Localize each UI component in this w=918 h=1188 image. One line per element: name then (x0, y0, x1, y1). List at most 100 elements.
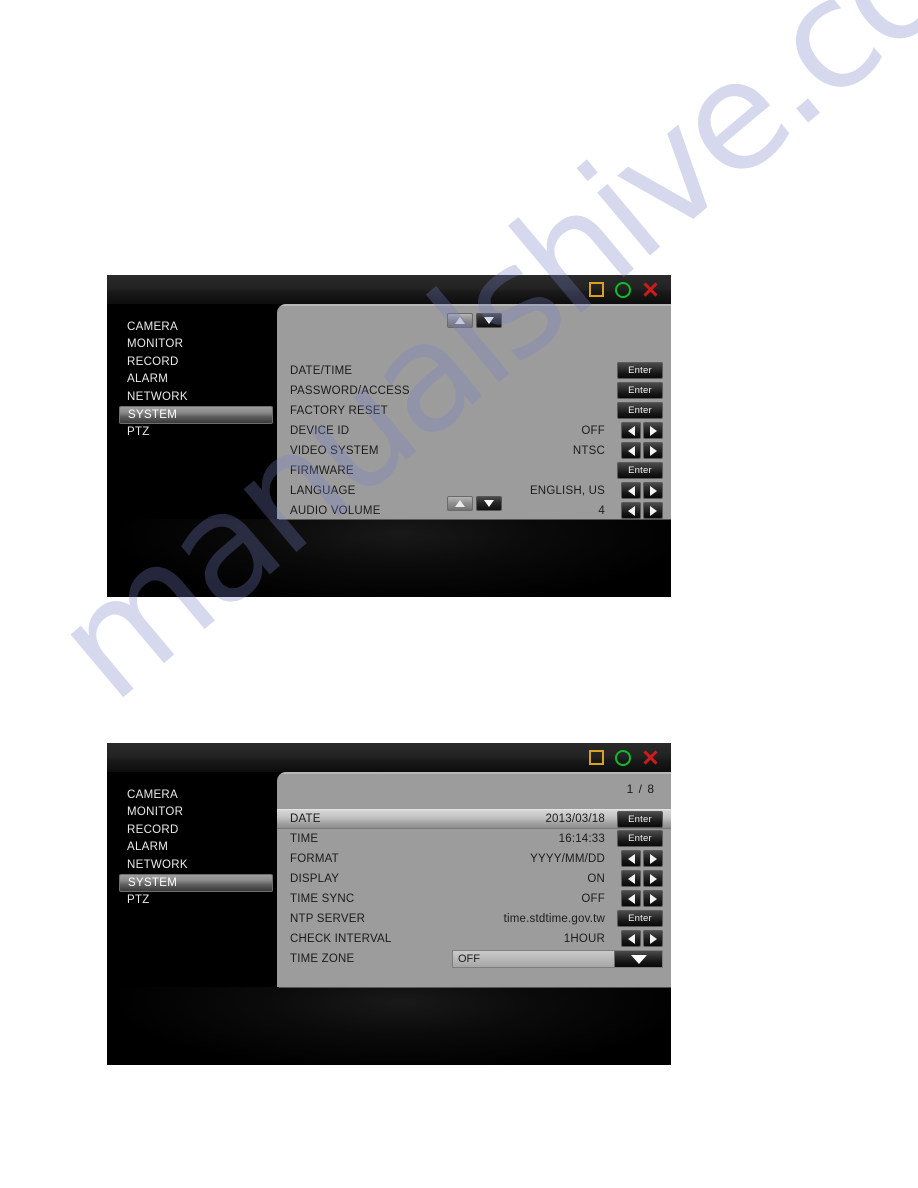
row-label: TIME (290, 833, 319, 845)
titlebar (107, 275, 671, 304)
table-row[interactable]: TIME 16:14:33 Enter (277, 829, 671, 849)
sidebar-item-system[interactable]: SYSTEM (119, 873, 273, 892)
sidebar-item-network[interactable]: NETWORK (119, 388, 273, 406)
sidebar-item-label: ALARM (127, 373, 169, 386)
sidebar-item-label: CAMERA (127, 788, 179, 801)
restore-icon[interactable] (589, 750, 604, 765)
sidebar-item-label: SYSTEM (128, 876, 178, 889)
video-preview-area (107, 987, 671, 1065)
row-label: DATE (290, 813, 321, 825)
enter-button[interactable]: Enter (617, 462, 663, 479)
restore-icon[interactable] (589, 282, 604, 297)
triangle-left-icon (627, 445, 635, 456)
arrow-right-button[interactable] (643, 422, 663, 439)
arrow-left-button[interactable] (621, 890, 641, 907)
row-value: time.stdtime.gov.tw (503, 913, 605, 925)
enter-button[interactable]: Enter (617, 811, 663, 828)
triangle-down-icon (630, 954, 647, 964)
table-row[interactable]: FACTORY RESET Enter (277, 401, 671, 421)
sidebar-item-camera[interactable]: CAMERA (119, 786, 273, 804)
row-control (621, 850, 663, 867)
table-row[interactable]: DATE/TIME Enter (277, 361, 671, 381)
triangle-right-icon (649, 425, 657, 436)
arrow-left-button[interactable] (621, 930, 641, 947)
sidebar-item-system[interactable]: SYSTEM (119, 405, 273, 424)
scroll-down-button[interactable] (475, 313, 502, 328)
sidebar-item-monitor[interactable]: MONITOR (119, 804, 273, 822)
table-row[interactable]: TIME ZONE OFF (277, 949, 671, 969)
table-row[interactable]: FORMAT YYYY/MM/DD (277, 849, 671, 869)
table-row[interactable]: DEVICE ID OFF (277, 421, 671, 441)
table-row[interactable]: CHECK INTERVAL 1HOUR (277, 929, 671, 949)
triangle-left-icon (627, 933, 635, 944)
sidebar-item-label: NETWORK (127, 858, 188, 871)
arrow-right-button[interactable] (643, 442, 663, 459)
row-value: 1HOUR (563, 933, 605, 945)
settings-row-list: DATE 2013/03/18 Enter TIME 16:14:33 Ente… (277, 809, 671, 969)
sidebar-item-record[interactable]: RECORD (119, 821, 273, 839)
sidebar-item-network[interactable]: NETWORK (119, 856, 273, 874)
enter-button[interactable]: Enter (617, 910, 663, 927)
enter-button[interactable]: Enter (617, 830, 663, 847)
table-row[interactable]: VIDEO SYSTEM NTSC (277, 441, 671, 461)
sidebar-item-label: RECORD (127, 355, 179, 368)
sidebar-item-label: SYSTEM (128, 408, 178, 421)
window-controls (589, 749, 659, 766)
dvr-screenshot-system-menu: CAMERA MONITOR RECORD ALARM NETWORK SYST… (107, 275, 671, 597)
dvr-screenshot-datetime-menu: CAMERA MONITOR RECORD ALARM NETWORK SYST… (107, 743, 671, 1065)
scroll-down-button[interactable] (475, 496, 502, 511)
table-row[interactable]: TIME SYNC OFF (277, 889, 671, 909)
scroll-up-button[interactable] (446, 313, 473, 328)
row-value: OFF (581, 893, 605, 905)
row-control (621, 890, 663, 907)
row-label: NTP SERVER (290, 913, 366, 925)
sidebar-item-ptz[interactable]: PTZ (119, 424, 273, 442)
arrow-right-button[interactable] (643, 870, 663, 887)
arrow-left-button[interactable] (621, 850, 641, 867)
dropdown-selected-value: OFF (458, 953, 480, 965)
table-row[interactable]: FIRMWARE Enter (277, 461, 671, 481)
triangle-right-icon (649, 485, 657, 496)
arrow-left-button[interactable] (621, 870, 641, 887)
sidebar-item-alarm[interactable]: ALARM (119, 371, 273, 389)
sidebar-item-record[interactable]: RECORD (119, 353, 273, 371)
circle-icon[interactable] (615, 749, 631, 766)
sidebar-item-label: ALARM (127, 841, 169, 854)
row-control: Enter (617, 811, 663, 828)
arrow-left-button[interactable] (621, 442, 641, 459)
sidebar-item-camera[interactable]: CAMERA (119, 318, 273, 336)
sidebar-item-label: MONITOR (127, 338, 184, 351)
triangle-right-icon (649, 853, 657, 864)
arrow-right-button[interactable] (643, 930, 663, 947)
row-label: FIRMWARE (290, 465, 354, 477)
row-control: Enter (617, 362, 663, 379)
circle-icon[interactable] (615, 281, 631, 298)
table-row[interactable]: NTP SERVER time.stdtime.gov.tw Enter (277, 909, 671, 929)
sidebar-menu: CAMERA MONITOR RECORD ALARM NETWORK SYST… (107, 772, 282, 987)
table-row[interactable]: DISPLAY ON (277, 869, 671, 889)
close-icon[interactable] (642, 281, 659, 298)
video-preview-area (107, 519, 671, 597)
enter-button[interactable]: Enter (617, 382, 663, 399)
table-row[interactable]: DATE 2013/03/18 Enter (277, 809, 671, 829)
table-row[interactable]: PASSWORD/ACCESS Enter (277, 381, 671, 401)
scroll-buttons-top (277, 313, 671, 328)
sidebar-item-monitor[interactable]: MONITOR (119, 336, 273, 354)
row-label: DISPLAY (290, 873, 340, 885)
row-value: OFF (581, 425, 605, 437)
timezone-dropdown[interactable]: OFF (452, 950, 663, 968)
arrow-left-button[interactable] (621, 422, 641, 439)
close-icon[interactable] (642, 749, 659, 766)
row-value: NTSC (572, 445, 605, 457)
scroll-up-button[interactable] (446, 496, 473, 511)
enter-button[interactable]: Enter (617, 362, 663, 379)
sidebar-item-ptz[interactable]: PTZ (119, 892, 273, 910)
arrow-right-button[interactable] (643, 890, 663, 907)
row-label: DEVICE ID (290, 425, 350, 437)
document-page: CAMERA MONITOR RECORD ALARM NETWORK SYST… (0, 0, 918, 1188)
arrow-right-button[interactable] (643, 850, 663, 867)
enter-button[interactable]: Enter (617, 402, 663, 419)
sidebar-item-label: RECORD (127, 823, 179, 836)
chevron-down-icon[interactable] (614, 951, 662, 967)
sidebar-item-alarm[interactable]: ALARM (119, 839, 273, 857)
